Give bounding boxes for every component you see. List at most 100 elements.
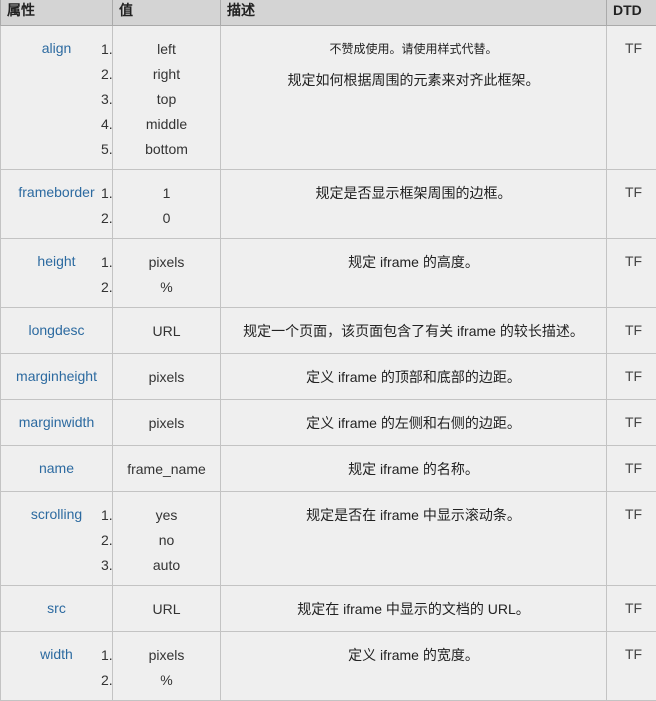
value-list: 1.pixels2.% <box>113 253 220 303</box>
value-text: middle <box>146 116 187 132</box>
table-row: width1.pixels2.%定义 iframe 的宽度。TF <box>1 632 656 701</box>
value-list-item: 3.top <box>113 90 220 115</box>
description-text: 定义 iframe 的左侧和右侧的边距。 <box>225 414 602 432</box>
attribute-description: 规定是否显示框架周围的边框。 <box>221 170 607 239</box>
table-row: frameborder1.12.0规定是否显示框架周围的边框。TF <box>1 170 656 239</box>
value-list-item: 5.bottom <box>113 140 220 165</box>
attribute-values: URL <box>113 308 221 354</box>
value-list: 1.yes2.no3.auto <box>113 506 220 581</box>
list-number: 1. <box>101 184 113 202</box>
attribute-values: pixels <box>113 400 221 446</box>
attribute-name: scrolling <box>1 492 113 586</box>
value-text: right <box>153 66 180 82</box>
list-number: 1. <box>101 646 113 664</box>
value-text: % <box>160 279 172 295</box>
attribute-values: 1.12.0 <box>113 170 221 239</box>
attribute-description: 规定一个页面，该页面包含了有关 iframe 的较长描述。 <box>221 308 607 354</box>
table-body: align1.left2.right3.top4.middle5.bottom不… <box>1 26 656 701</box>
value-text: auto <box>153 557 180 573</box>
list-number: 2. <box>101 278 113 296</box>
description-text: 规定 iframe 的高度。 <box>225 253 602 271</box>
value-list: 1.pixels2.% <box>113 646 220 696</box>
dtd-value: TF <box>607 26 656 170</box>
table-row: align1.left2.right3.top4.middle5.bottom不… <box>1 26 656 170</box>
table-row: longdescURL规定一个页面，该页面包含了有关 iframe 的较长描述。… <box>1 308 656 354</box>
attribute-name: align <box>1 26 113 170</box>
attribute-description: 不赞成使用。请使用样式代替。规定如何根据周围的元素来对齐此框架。 <box>221 26 607 170</box>
attribute-name: marginwidth <box>1 400 113 446</box>
table-row: srcURL规定在 iframe 中显示的文档的 URL。 TF <box>1 586 656 632</box>
attribute-values: pixels <box>113 354 221 400</box>
list-number: 1. <box>101 506 113 524</box>
attribute-name: longdesc <box>1 308 113 354</box>
header-attribute: 属性 <box>1 0 113 26</box>
list-number: 4. <box>101 115 113 133</box>
list-number: 2. <box>101 671 113 689</box>
value-text: bottom <box>145 141 188 157</box>
attribute-description: 定义 iframe 的左侧和右侧的边距。 <box>221 400 607 446</box>
dtd-value: TF <box>607 308 656 354</box>
value-list-item: 1.1 <box>113 184 220 209</box>
value-list-item: 4.middle <box>113 115 220 140</box>
attribute-values: URL <box>113 586 221 632</box>
attribute-name: width <box>1 632 113 701</box>
value-text: yes <box>156 507 178 523</box>
table-row: marginheightpixels定义 iframe 的顶部和底部的边距。 TF <box>1 354 656 400</box>
header-value: 值 <box>113 0 221 26</box>
list-number: 3. <box>101 556 113 574</box>
dtd-value: TF <box>607 632 656 701</box>
dtd-value: TF <box>607 586 656 632</box>
list-number: 2. <box>101 531 113 549</box>
value-list: 1.left2.right3.top4.middle5.bottom <box>113 40 220 165</box>
description-text: 规定 iframe 的名称。 <box>225 460 602 478</box>
attribute-values: 1.pixels2.% <box>113 632 221 701</box>
description-text: 规定是否在 iframe 中显示滚动条。 <box>225 506 602 524</box>
value-text: no <box>159 532 175 548</box>
value-list-item: 3.auto <box>113 556 220 581</box>
dtd-value: TF <box>607 446 656 492</box>
table-row: nameframe_name规定 iframe 的名称。 TF <box>1 446 656 492</box>
table-header-row: 属性 值 描述 DTD <box>1 0 656 26</box>
value-list-item: 2.% <box>113 671 220 696</box>
list-number: 1. <box>101 253 113 271</box>
list-number: 5. <box>101 140 113 158</box>
dtd-value: TF <box>607 354 656 400</box>
attribute-name: src <box>1 586 113 632</box>
table-row: height1.pixels2.% 规定 iframe 的高度。 TF <box>1 239 656 308</box>
dtd-value: TF <box>607 492 656 586</box>
description-text: 规定在 iframe 中显示的文档的 URL。 <box>225 600 602 618</box>
description-text: 规定如何根据周围的元素来对齐此框架。 <box>225 71 602 89</box>
description-text: 定义 iframe 的顶部和底部的边距。 <box>225 368 602 386</box>
attribute-name: marginheight <box>1 354 113 400</box>
value-text: 1 <box>163 185 171 201</box>
value-list-item: 2.% <box>113 278 220 303</box>
iframe-attribute-table: 属性 值 描述 DTD align1.left2.right3.top4.mid… <box>0 0 656 701</box>
description-text: 规定一个页面，该页面包含了有关 iframe 的较长描述。 <box>225 322 602 340</box>
list-number: 2. <box>101 209 113 227</box>
attribute-values: frame_name <box>113 446 221 492</box>
table-row: marginwidthpixels定义 iframe 的左侧和右侧的边距。TF <box>1 400 656 446</box>
value-list-item: 2.right <box>113 65 220 90</box>
attribute-description: 规定在 iframe 中显示的文档的 URL。 <box>221 586 607 632</box>
description-text: 定义 iframe 的宽度。 <box>225 646 602 664</box>
attribute-values: 1.left2.right3.top4.middle5.bottom <box>113 26 221 170</box>
value-text: left <box>157 41 176 57</box>
attribute-name: name <box>1 446 113 492</box>
attribute-values: 1.yes2.no3.auto <box>113 492 221 586</box>
value-list-item: 1.pixels <box>113 646 220 671</box>
attribute-name: frameborder <box>1 170 113 239</box>
value-text: % <box>160 672 172 688</box>
attribute-values: 1.pixels2.% <box>113 239 221 308</box>
description-text: 不赞成使用。请使用样式代替。 <box>225 40 602 58</box>
attribute-description: 规定是否在 iframe 中显示滚动条。 <box>221 492 607 586</box>
value-text: pixels <box>149 647 185 663</box>
dtd-value: TF <box>607 170 656 239</box>
dtd-value: TF <box>607 239 656 308</box>
value-list-item: 1.yes <box>113 506 220 531</box>
value-list-item: 2.0 <box>113 209 220 234</box>
attribute-name: height <box>1 239 113 308</box>
attribute-description: 定义 iframe 的顶部和底部的边距。 <box>221 354 607 400</box>
table-row: scrolling1.yes2.no3.auto规定是否在 iframe 中显示… <box>1 492 656 586</box>
value-list-item: 2.no <box>113 531 220 556</box>
list-number: 2. <box>101 65 113 83</box>
